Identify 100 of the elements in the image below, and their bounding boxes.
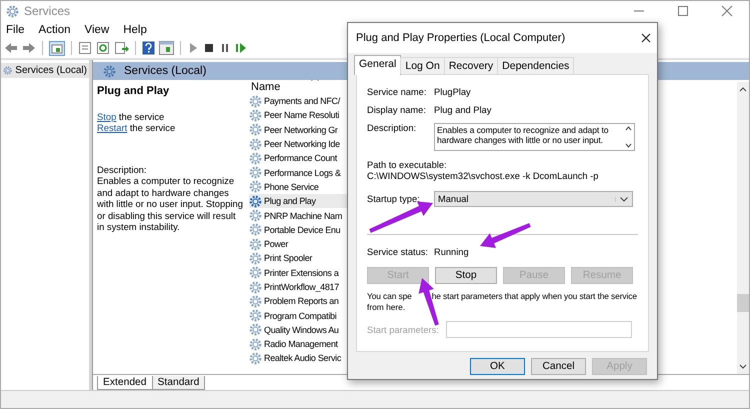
- scroll-up-icon[interactable]: [624, 126, 632, 131]
- field-label: Display name:: [367, 105, 427, 115]
- gear-icon: [249, 94, 262, 108]
- play-icon[interactable]: [187, 42, 199, 54]
- gear-icon: [249, 152, 262, 165]
- service-row[interactable]: Portable Device Enu: [249, 222, 348, 237]
- tab[interactable]: Log On: [400, 57, 445, 74]
- scroll-thumb[interactable]: [737, 294, 749, 312]
- service-row[interactable]: Peer Name Resoluti: [249, 108, 348, 123]
- stop-icon[interactable]: [203, 42, 215, 54]
- service-row[interactable]: Payments and NFC/: [249, 94, 348, 108]
- gear-icon: [249, 266, 262, 280]
- gear-icon: [249, 352, 262, 365]
- field-label: Path to executable:: [367, 160, 448, 170]
- refresh-icon[interactable]: [96, 41, 110, 55]
- service-button[interactable]: Stop: [435, 267, 497, 284]
- properties-icon[interactable]: [78, 41, 92, 55]
- service-row[interactable]: PNRP Machine Nam: [249, 208, 348, 223]
- dialog-button[interactable]: OK: [470, 358, 525, 375]
- display-name-value: Plug and Play: [434, 105, 492, 115]
- action-line: Stop the service: [97, 110, 166, 122]
- action-link[interactable]: Restart: [97, 122, 128, 133]
- service-row[interactable]: Phone Service: [249, 180, 348, 194]
- gear-icon: [249, 252, 262, 265]
- gear-icon: [249, 309, 262, 322]
- gear-icon: [249, 323, 262, 336]
- back-arrow-icon[interactable]: [4, 42, 18, 54]
- scroll-down-icon[interactable]: [624, 143, 632, 148]
- service-row[interactable]: PrintWorkflow_4817: [249, 280, 348, 294]
- scroll-up-icon[interactable]: [739, 86, 747, 92]
- service-status-value: Running: [434, 247, 469, 257]
- gear-icon: [249, 123, 262, 136]
- restart-icon[interactable]: [235, 42, 247, 54]
- gear-icon: [249, 280, 262, 294]
- gear-icon: [249, 108, 262, 122]
- view-tab[interactable]: Extended: [97, 376, 153, 390]
- service-row[interactable]: Printer Extensions a: [249, 266, 348, 280]
- service-name-value: PlugPlay: [434, 87, 471, 97]
- service-row[interactable]: Radio Management: [249, 337, 348, 352]
- forward-arrow-icon[interactable]: [22, 42, 36, 54]
- menu-item[interactable]: File: [6, 24, 25, 36]
- tree-item[interactable]: Services (Local): [1, 63, 89, 78]
- gear-icon: [249, 194, 262, 208]
- pause-icon[interactable]: [219, 42, 231, 54]
- description-box[interactable]: Enables a computer to recognize and adapt to hardware changes with little or no user input.: [434, 123, 635, 151]
- window-title: Services: [24, 4, 70, 18]
- console-tree-icon[interactable]: [49, 40, 65, 56]
- close-icon[interactable]: [641, 33, 651, 43]
- gear-icon: [249, 223, 262, 236]
- scroll-down-icon[interactable]: [739, 364, 747, 370]
- gear-icon: [249, 138, 262, 151]
- path-value: C:\WINDOWS\system32\svchost.exe -k DcomLaunch -p: [367, 171, 600, 181]
- help-icon[interactable]: [142, 41, 155, 55]
- scrollbar[interactable]: [737, 82, 749, 374]
- startup-type-dropdown[interactable]: Manual: [434, 191, 633, 207]
- menu-item[interactable]: Action: [38, 24, 70, 36]
- action-link[interactable]: Stop: [97, 110, 116, 122]
- column-header[interactable]: Name: [251, 81, 280, 93]
- field-label: Startup type:: [367, 194, 421, 204]
- gear-icon: [249, 294, 262, 308]
- gear-icon: [249, 180, 262, 194]
- service-row[interactable]: Realtek Audio Servic: [249, 351, 348, 366]
- gear-icon: [249, 238, 262, 251]
- description-label: Description:: [97, 164, 148, 175]
- pane-title: Services (Local): [124, 65, 206, 77]
- dialog-title: Plug and Play Properties (Local Computer): [356, 32, 566, 44]
- service-row[interactable]: Program Compatibi: [249, 308, 348, 323]
- service-row[interactable]: Plug and Play: [249, 194, 348, 208]
- gear-icon: [3, 64, 12, 77]
- field-label: Service name:: [367, 87, 428, 97]
- description-text: Enables a computer to recognize and adapt to hardware changes with little or no user input. Stopping or disabling this service will result in system instability.: [97, 175, 243, 232]
- service-row[interactable]: Print Spooler: [249, 251, 348, 266]
- gear-icon: [6, 4, 19, 18]
- service-row[interactable]: Peer Networking Ide: [249, 136, 348, 152]
- service-title: Plug and Play: [97, 86, 170, 98]
- gear-icon: [103, 64, 116, 78]
- annotation-arrow: [480, 223, 531, 248]
- action-line: Restart the service: [97, 122, 176, 134]
- view-tab[interactable]: Standard: [152, 376, 206, 390]
- dialog-button[interactable]: Cancel: [531, 358, 586, 375]
- service-row[interactable]: Power: [249, 236, 348, 252]
- export-icon[interactable]: [114, 41, 129, 55]
- hint-text: from here.: [367, 302, 406, 313]
- gear-icon: [249, 338, 262, 351]
- service-row[interactable]: Peer Networking Gr: [249, 122, 348, 137]
- service-row[interactable]: Performance Count: [249, 151, 348, 166]
- field-label: Service status:: [367, 247, 429, 257]
- hint-text: he start parameters that apply when you start the service: [432, 291, 637, 302]
- tab[interactable]: Dependencies: [497, 57, 574, 74]
- tab[interactable]: Recovery: [444, 57, 498, 74]
- service-row[interactable]: Problem Reports an: [249, 294, 348, 308]
- panel-icon[interactable]: [159, 41, 174, 55]
- menu-item[interactable]: View: [84, 24, 110, 36]
- annotation-arrow: [418, 278, 439, 326]
- service-row[interactable]: Quality Windows Au: [249, 322, 348, 338]
- menu-item[interactable]: Help: [123, 24, 147, 36]
- gear-icon: [249, 209, 262, 222]
- tab[interactable]: General: [354, 55, 402, 75]
- service-row[interactable]: Performance Logs &: [249, 165, 348, 180]
- gear-icon: [249, 166, 262, 180]
